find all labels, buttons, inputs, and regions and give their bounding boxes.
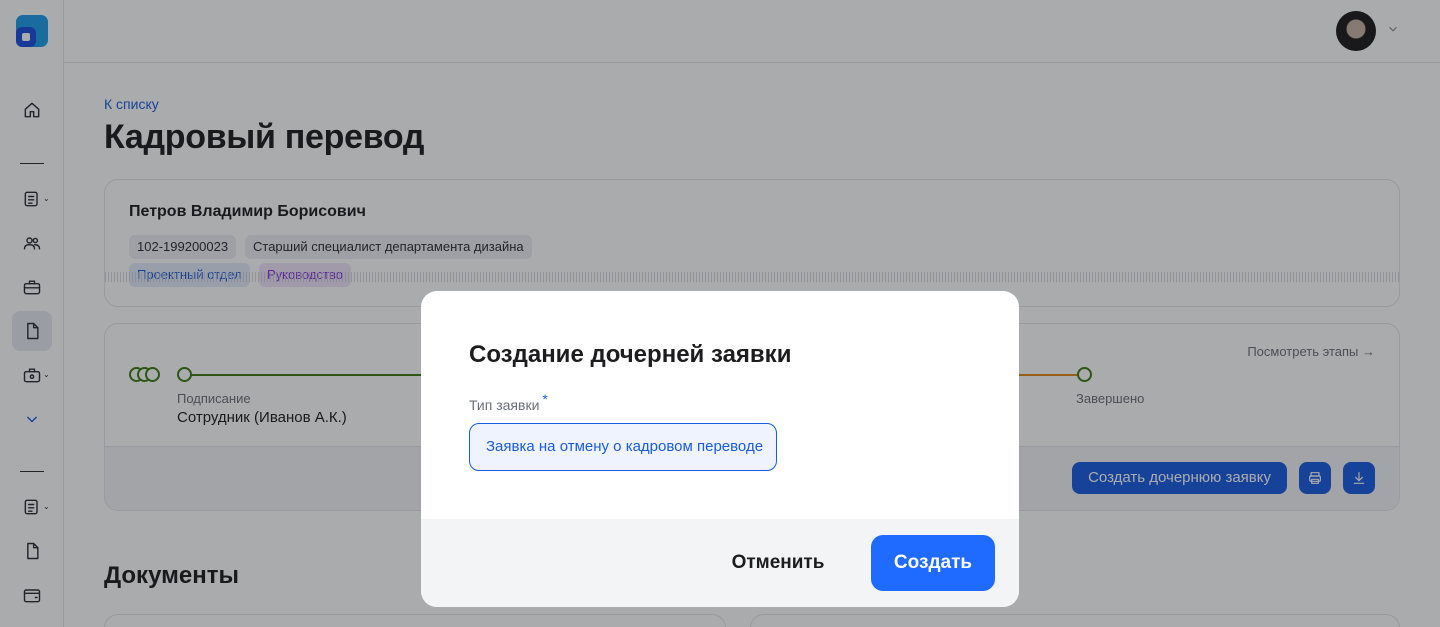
request-type-label-text: Тип заявки <box>469 397 540 413</box>
request-type-select[interactable]: Заявка на отмену о кадровом переводе <box>469 423 777 471</box>
modal-footer: Отменить Создать <box>421 519 1019 607</box>
request-type-label: Тип заявки * <box>469 391 548 413</box>
modal-title: Создание дочерней заявки <box>469 341 792 368</box>
cancel-button[interactable]: Отменить <box>721 535 835 591</box>
create-button[interactable]: Создать <box>871 535 995 591</box>
required-mark: * <box>542 391 548 407</box>
create-child-request-modal: Создание дочерней заявки Тип заявки * Зая… <box>421 291 1019 607</box>
